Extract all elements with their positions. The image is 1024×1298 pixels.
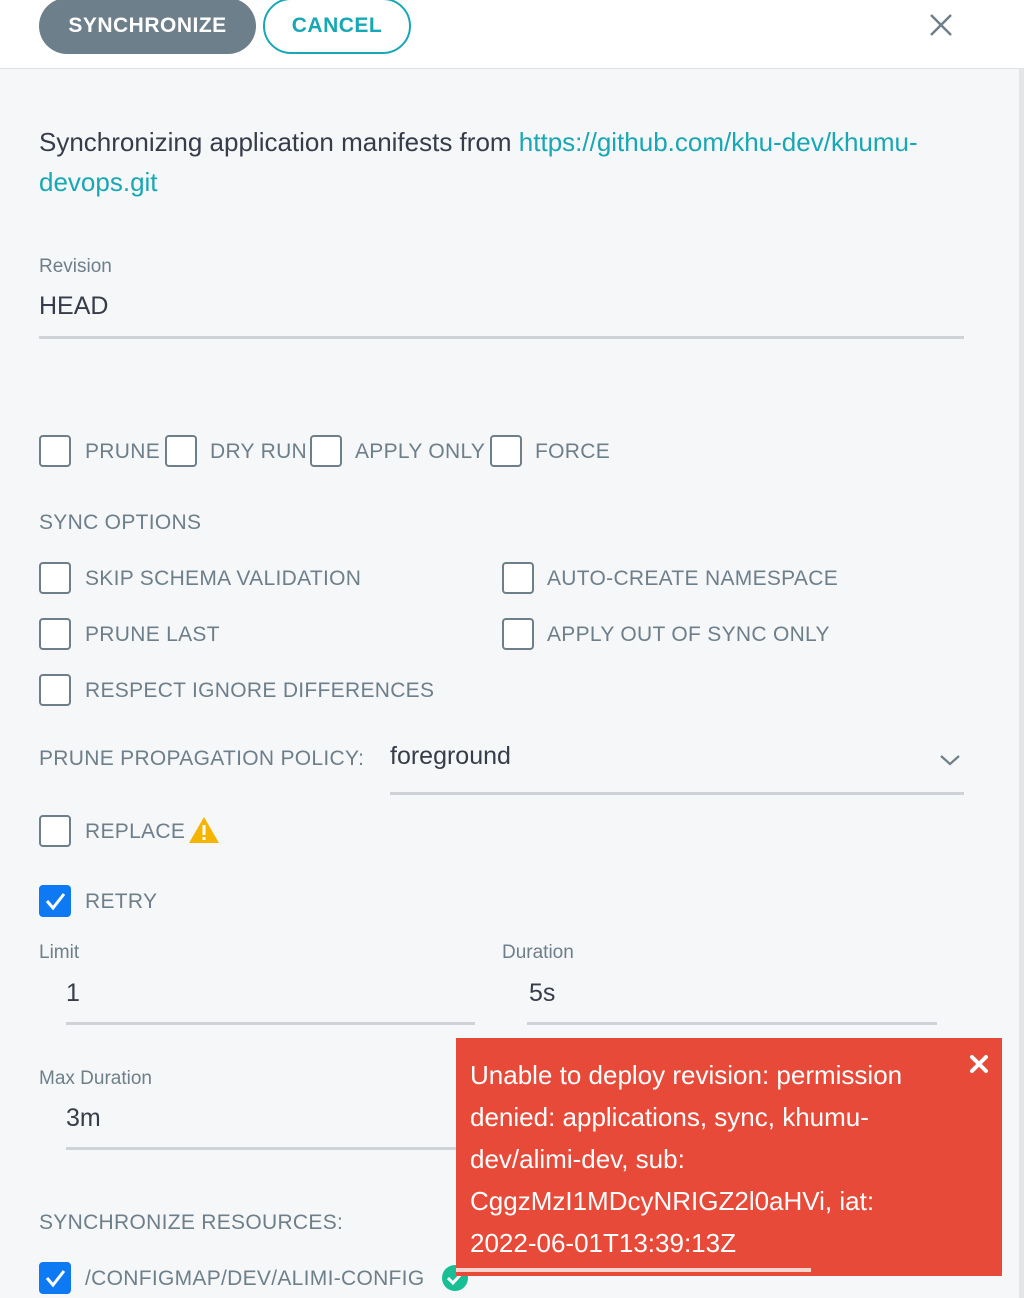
error-toast: Unable to deploy revision: permission de…	[456, 1038, 1002, 1276]
apply-out-of-sync-only-label: APPLY OUT OF SYNC ONLY	[547, 623, 830, 646]
prune-last-checkbox[interactable]	[39, 618, 71, 650]
limit-label: Limit	[39, 942, 80, 963]
scrollbar[interactable]	[1019, 68, 1024, 1298]
duration-underline	[527, 1022, 937, 1025]
resource-checkbox[interactable]	[39, 1262, 71, 1294]
close-icon[interactable]	[967, 1052, 991, 1076]
respect-ignore-differences-checkbox[interactable]	[39, 674, 71, 706]
revision-label: Revision	[39, 256, 112, 277]
retry-checkbox[interactable]	[39, 885, 71, 917]
apply-only-checkbox[interactable]	[310, 435, 342, 467]
sync-description: Synchronizing application manifests from…	[39, 122, 939, 202]
max-duration-input[interactable]: 3m	[66, 1104, 101, 1133]
replace-label: REPLACE	[85, 820, 186, 843]
skip-schema-validation-checkbox[interactable]	[39, 562, 71, 594]
error-toast-message: Unable to deploy revision: permission de…	[470, 1060, 903, 1258]
auto-create-namespace-label: AUTO-CREATE NAMESPACE	[547, 567, 839, 590]
prune-policy-underline	[390, 792, 964, 795]
checkmark-icon	[45, 893, 66, 911]
force-label: FORCE	[535, 440, 610, 463]
prune-checkbox[interactable]	[39, 435, 71, 467]
prune-label: PRUNE	[85, 440, 161, 463]
synchronize-resources-title: SYNCHRONIZE RESOURCES:	[39, 1211, 344, 1234]
revision-input[interactable]: HEAD	[39, 292, 108, 321]
toast-progress-bar	[456, 1268, 811, 1272]
max-duration-underline	[66, 1147, 475, 1150]
dialog-header: SYNCHRONIZE CANCEL	[0, 0, 1024, 69]
resource-label: /CONFIGMAP/DEV/ALIMI-CONFIG	[85, 1267, 425, 1290]
revision-underline	[39, 336, 964, 339]
auto-create-namespace-checkbox[interactable]	[502, 562, 534, 594]
duration-label: Duration	[502, 942, 574, 963]
retry-label: RETRY	[85, 890, 158, 913]
skip-schema-validation-label: SKIP SCHEMA VALIDATION	[85, 567, 362, 590]
sync-description-text: Synchronizing application manifests from	[39, 127, 519, 157]
prune-propagation-policy-label: PRUNE PROPAGATION POLICY:	[39, 747, 365, 770]
synchronize-button[interactable]: SYNCHRONIZE	[39, 0, 256, 54]
prune-propagation-policy-select[interactable]: foreground	[390, 742, 511, 771]
warning-icon	[189, 817, 219, 843]
limit-input[interactable]: 1	[66, 979, 80, 1008]
cancel-button[interactable]: CANCEL	[263, 0, 411, 54]
apply-only-label: APPLY ONLY	[355, 440, 486, 463]
prune-last-label: PRUNE LAST	[85, 623, 220, 646]
checkmark-icon	[45, 1270, 66, 1288]
sync-options-title: SYNC OPTIONS	[39, 511, 202, 534]
close-icon[interactable]	[926, 10, 956, 40]
force-checkbox[interactable]	[490, 435, 522, 467]
respect-ignore-differences-label: RESPECT IGNORE DIFFERENCES	[85, 679, 435, 702]
dry-run-label: DRY RUN	[210, 440, 308, 463]
dry-run-checkbox[interactable]	[165, 435, 197, 467]
apply-out-of-sync-only-checkbox[interactable]	[502, 618, 534, 650]
limit-underline	[66, 1022, 475, 1025]
duration-input[interactable]: 5s	[529, 979, 555, 1008]
chevron-down-icon[interactable]	[938, 750, 962, 770]
replace-checkbox[interactable]	[39, 815, 71, 847]
max-duration-label: Max Duration	[39, 1068, 152, 1089]
